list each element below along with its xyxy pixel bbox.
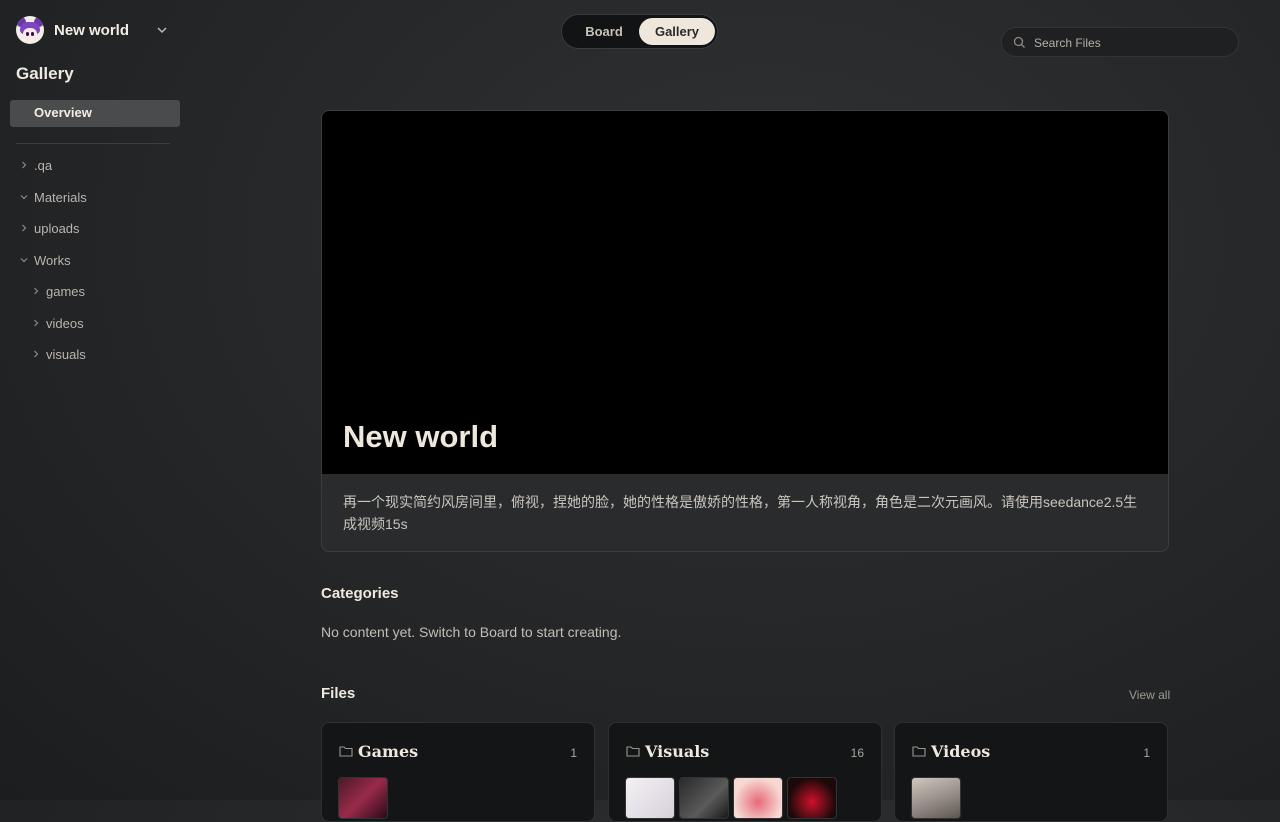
chevron-down-icon[interactable]	[153, 21, 171, 39]
tab-board[interactable]: Board	[568, 18, 640, 45]
folder-count: 1	[1143, 746, 1150, 760]
project-name: New world	[54, 21, 130, 39]
categories-empty-text: No content yet. Switch to Board to start…	[321, 624, 622, 640]
chevron-down-icon	[18, 254, 30, 266]
hero-title: New world	[343, 419, 499, 454]
thumbnail[interactable]	[338, 777, 388, 819]
chevron-right-icon	[30, 317, 42, 329]
project-switcher[interactable]: New world	[16, 16, 171, 44]
folder-icon	[339, 744, 353, 762]
chevron-right-icon	[18, 159, 30, 171]
files-heading: Files	[321, 685, 356, 702]
thumbnail[interactable]	[787, 777, 837, 819]
tree-item-label: visuals	[46, 346, 86, 362]
tree-item-label: Works	[34, 252, 71, 268]
sidebar-item-overview[interactable]: Overview	[10, 100, 180, 127]
view-switcher: Board Gallery	[561, 14, 718, 49]
folder-count: 1	[570, 746, 577, 760]
sidebar-divider	[16, 143, 170, 144]
tree-item-label: Materials	[34, 189, 87, 205]
folder-name: Games	[358, 742, 419, 761]
project-logo	[16, 16, 44, 44]
search-icon	[1013, 36, 1026, 54]
search-box	[1001, 27, 1239, 58]
thumbnail[interactable]	[679, 777, 729, 819]
thumbnail[interactable]	[911, 777, 961, 819]
folder-card-videos[interactable]: Videos 1	[894, 722, 1168, 822]
tree-item-visuals[interactable]: visuals	[30, 344, 86, 364]
thumbnail[interactable]	[625, 777, 675, 819]
chevron-right-icon	[30, 285, 42, 297]
tree-item-label: videos	[46, 315, 84, 331]
categories-heading: Categories	[321, 585, 399, 602]
tree-item-label: uploads	[34, 220, 80, 236]
hero-card[interactable]: New world 再一个现实简约风房间里，俯视，捏她的脸，她的性格是傲娇的性格…	[321, 110, 1169, 552]
search-input[interactable]	[1032, 28, 1236, 58]
tree-item-games[interactable]: games	[30, 281, 85, 301]
view-all-link[interactable]: View all	[1129, 688, 1170, 702]
tree-item-videos[interactable]: videos	[30, 313, 84, 333]
chevron-right-icon	[30, 348, 42, 360]
tree-item-label: games	[46, 283, 86, 299]
tree-item-label: .qa	[34, 157, 53, 173]
folder-count: 16	[850, 746, 864, 760]
hero-description: 再一个现实简约风房间里，俯视，捏她的脸，她的性格是傲娇的性格，第一人称视角，角色…	[343, 494, 1138, 532]
tab-gallery[interactable]: Gallery	[639, 18, 715, 45]
folder-name: Videos	[931, 742, 991, 761]
folder-card-visuals[interactable]: Visuals 16	[608, 722, 882, 822]
sidebar-title: Gallery	[16, 64, 74, 83]
chevron-down-icon	[18, 191, 30, 203]
tree-item-qa[interactable]: .qa	[18, 155, 52, 175]
tree-item-materials[interactable]: Materials	[18, 187, 87, 207]
folder-icon	[912, 744, 926, 762]
folder-name: Visuals	[645, 742, 710, 761]
folder-card-games[interactable]: Games 1	[321, 722, 595, 822]
tree-item-uploads[interactable]: uploads	[18, 218, 80, 238]
chevron-right-icon	[18, 222, 30, 234]
tree-item-works[interactable]: Works	[18, 250, 71, 270]
folder-icon	[626, 744, 640, 762]
thumbnail[interactable]	[733, 777, 783, 819]
